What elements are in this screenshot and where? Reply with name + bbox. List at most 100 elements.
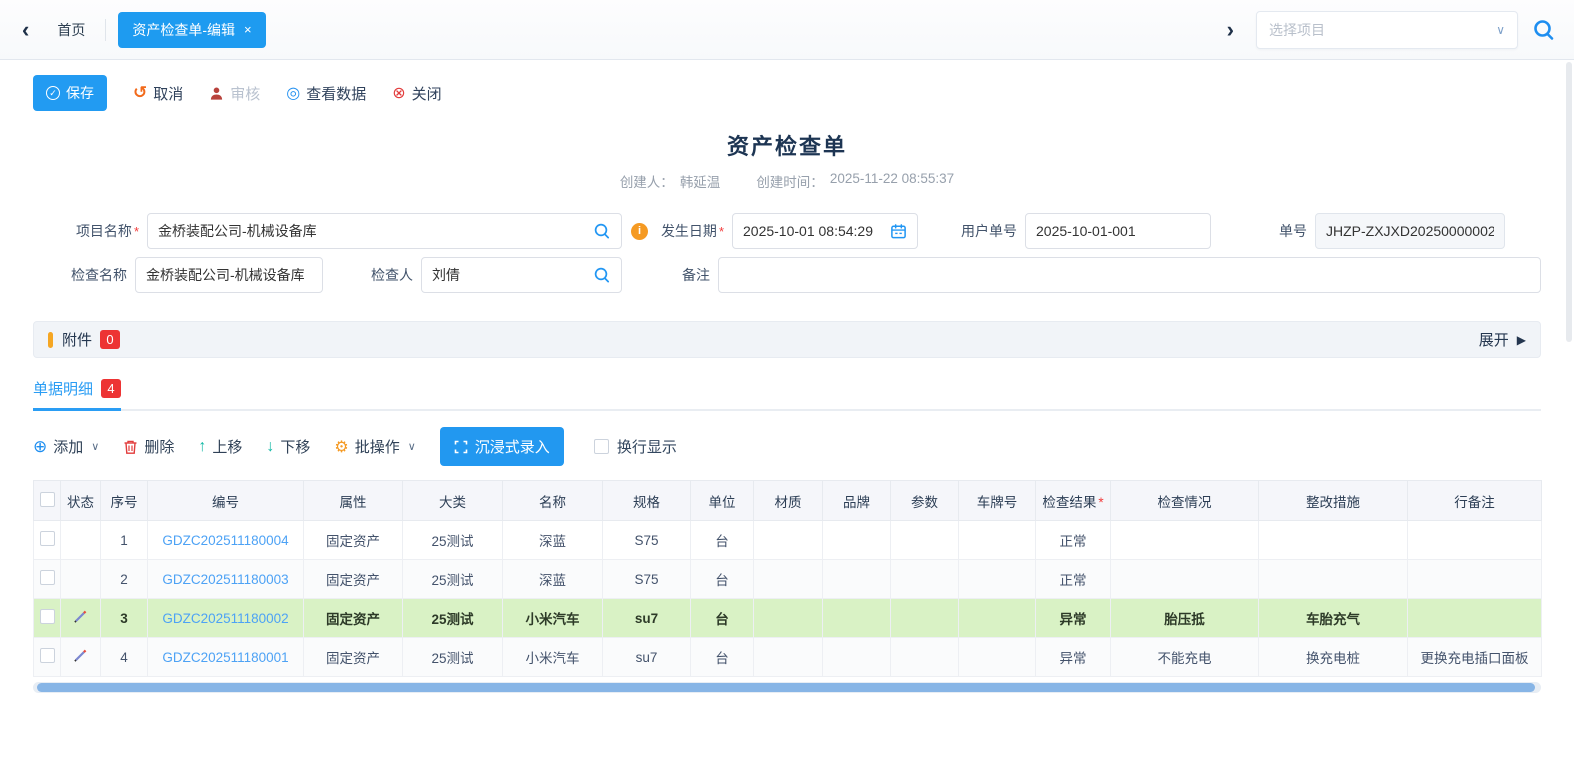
tabs-scroll-right-icon[interactable]: › [1219, 19, 1242, 41]
horizontal-scrollbar-thumb[interactable] [37, 683, 1535, 692]
table-toolbar: ⊕ 添加 ∨ 删除 ↑ 上移 ↓ 下移 ⚙ 批操作 ∨ 沉浸式录入 换行显示 [33, 427, 1541, 466]
required-star: * [1098, 495, 1103, 510]
cell-brand [823, 638, 891, 677]
col-header: 编号 [148, 481, 304, 521]
cell-category: 25测试 [403, 521, 503, 560]
edit-pencil-icon[interactable] [73, 648, 88, 663]
search-icon[interactable] [593, 266, 611, 284]
tab-detail[interactable]: 单据明细 4 [33, 378, 121, 411]
table-row[interactable]: 3GDZC202511180002固定资产25测试小米汽车su7台异常胎压抵车胎… [34, 599, 1542, 638]
cell-seq: 4 [101, 638, 148, 677]
arrow-down-icon: ↓ [266, 438, 274, 456]
cell-material [754, 599, 823, 638]
order-no-label: 单号 [1211, 221, 1315, 241]
batch-ops-button[interactable]: ⚙ 批操作 ∨ [334, 436, 415, 457]
row-checkbox[interactable] [40, 609, 55, 624]
vertical-scrollbar-thumb[interactable] [1566, 62, 1572, 342]
col-header: 检查结果* [1036, 481, 1111, 521]
cell-material [754, 560, 823, 599]
move-down-button[interactable]: ↓ 下移 [266, 436, 310, 457]
tab-close-icon[interactable]: × [244, 23, 252, 36]
cell-result: 异常 [1036, 638, 1111, 677]
row-checkbox[interactable] [40, 531, 55, 546]
remark-input[interactable] [718, 257, 1541, 293]
cell-attr: 固定资产 [304, 638, 403, 677]
asset-code-link[interactable]: GDZC202511180001 [162, 650, 288, 665]
cell-code[interactable]: GDZC202511180004 [148, 521, 304, 560]
table-row[interactable]: 4GDZC202511180001固定资产25测试小米汽车su7台异常不能充电换… [34, 638, 1542, 677]
check-name-label: 检查名称 [33, 265, 135, 285]
col-header: 车牌号 [959, 481, 1036, 521]
cell-code[interactable]: GDZC202511180001 [148, 638, 304, 677]
row-status-cell[interactable] [61, 599, 101, 638]
horizontal-scrollbar[interactable] [33, 682, 1541, 693]
project-name-input[interactable]: 金桥装配公司-机械设备库 [147, 213, 622, 249]
col-header: 检查情况 [1111, 481, 1259, 521]
row-checkbox[interactable] [40, 570, 55, 585]
wrap-display-toggle[interactable]: 换行显示 [594, 436, 677, 457]
expand-button[interactable]: 展开 ▶ [1479, 329, 1526, 350]
info-icon[interactable]: i [631, 223, 648, 240]
cell-spec: su7 [603, 638, 691, 677]
cell-plate [959, 599, 1036, 638]
asset-code-link[interactable]: GDZC202511180002 [162, 611, 288, 626]
search-icon[interactable] [593, 222, 611, 240]
audit-button[interactable]: 审核 [209, 83, 260, 104]
user-order-no-input[interactable]: 2025-10-01-001 [1025, 213, 1211, 249]
cell-plate [959, 521, 1036, 560]
creator-value: 韩延温 [680, 171, 721, 191]
table-row[interactable]: 1GDZC202511180004固定资产25测试深蓝S75台正常 [34, 521, 1542, 560]
cell-row-remark [1408, 521, 1542, 560]
expand-triangle-icon: ▶ [1517, 333, 1526, 347]
tab-separator [105, 19, 106, 41]
save-button[interactable]: ✓ 保存 [33, 75, 107, 111]
cell-brand [823, 521, 891, 560]
cancel-button[interactable]: ↺ 取消 [133, 83, 183, 104]
calendar-icon[interactable] [890, 223, 907, 240]
add-row-button[interactable]: ⊕ 添加 ∨ [33, 436, 99, 457]
asset-code-link[interactable]: GDZC202511180004 [162, 533, 288, 548]
col-header: 状态 [61, 481, 101, 521]
row-status-cell[interactable] [61, 638, 101, 677]
row-checkbox[interactable] [40, 648, 55, 663]
global-search-icon[interactable] [1532, 18, 1556, 42]
cell-unit: 台 [691, 599, 754, 638]
cell-code[interactable]: GDZC202511180003 [148, 560, 304, 599]
cell-param [891, 638, 959, 677]
add-icon: ⊕ [33, 437, 47, 457]
cell-spec: S75 [603, 521, 691, 560]
project-name-label: 项目名称 [33, 221, 147, 241]
view-data-button[interactable]: ◎ 查看数据 [286, 83, 366, 104]
row-status-cell [61, 521, 101, 560]
edit-pencil-icon[interactable] [73, 609, 88, 624]
tab-home[interactable]: 首页 [37, 20, 105, 40]
close-button[interactable]: ⊗ 关闭 [392, 83, 441, 104]
immersive-entry-button[interactable]: 沉浸式录入 [440, 427, 564, 466]
cell-category: 25测试 [403, 599, 503, 638]
asset-code-link[interactable]: GDZC202511180003 [162, 572, 288, 587]
move-up-button[interactable]: ↑ 上移 [198, 436, 242, 457]
action-toolbar: ✓ 保存 ↺ 取消 审核 ◎ 查看数据 ⊗ 关闭 [0, 60, 1574, 123]
cell-unit: 台 [691, 638, 754, 677]
tab-asset-check-edit[interactable]: 资产检查单-编辑 × [118, 12, 265, 48]
cell-attr: 固定资产 [304, 599, 403, 638]
select-all-checkbox[interactable] [40, 492, 55, 507]
cell-code[interactable]: GDZC202511180002 [148, 599, 304, 638]
page-title: 资产检查单 [0, 129, 1574, 161]
occur-date-input[interactable]: 2025-10-01 08:54:29 [732, 213, 918, 249]
project-select[interactable]: 选择项目 ∨ [1256, 11, 1518, 49]
col-header: 参数 [891, 481, 959, 521]
tabs-scroll-left-icon[interactable]: ‹ [14, 19, 37, 41]
cell-attr: 固定资产 [304, 560, 403, 599]
cell-seq: 2 [101, 560, 148, 599]
attachment-section-bar[interactable]: 附件 0 展开 ▶ [33, 321, 1541, 358]
checker-input[interactable]: 刘倩 [421, 257, 622, 293]
table-row[interactable]: 2GDZC202511180003固定资产25测试深蓝S75台正常 [34, 560, 1542, 599]
wrap-display-checkbox[interactable] [594, 439, 609, 454]
checker-label: 检查人 [323, 265, 421, 285]
row-status-cell [61, 560, 101, 599]
delete-row-button[interactable]: 删除 [123, 436, 174, 457]
attachment-count-badge: 0 [100, 330, 120, 349]
undo-icon: ↺ [133, 83, 147, 103]
check-name-input[interactable]: 金桥装配公司-机械设备库 [135, 257, 323, 293]
